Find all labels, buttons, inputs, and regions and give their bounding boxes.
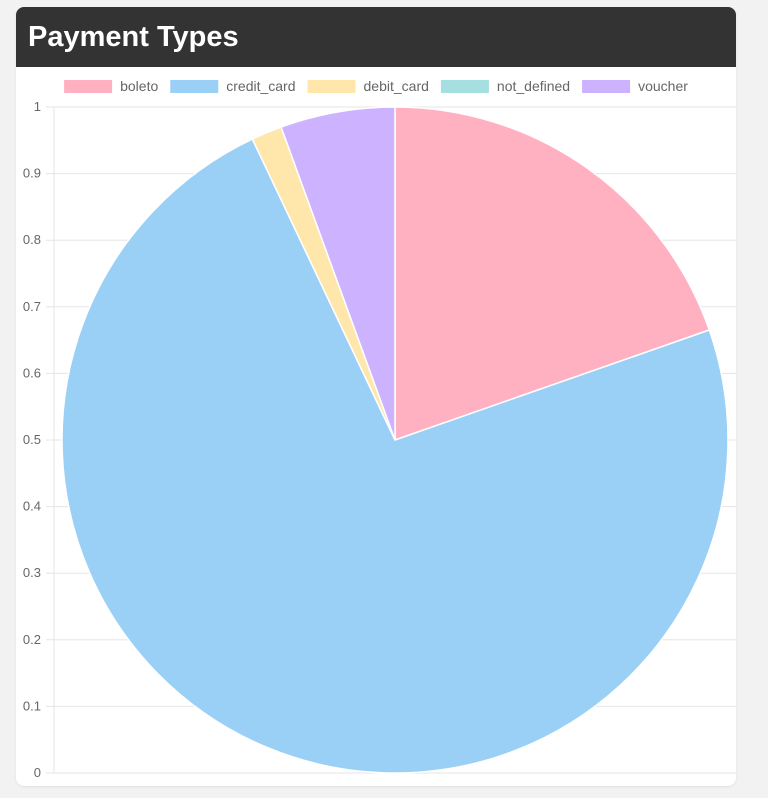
pie-layer [61,106,729,774]
legend-label: not_defined [497,78,570,94]
legend-label: debit_card [364,78,429,94]
y-tick-label: 0.2 [23,632,41,647]
y-tick-label: 0 [34,765,41,780]
y-tick-label: 0.5 [23,432,41,447]
legend-item-not-defined[interactable]: not_defined [440,78,570,94]
legend-swatch [64,80,113,93]
pie-chart: 0 0.1 0.2 0.3 0.4 0.5 0.6 0.7 0.8 0.9 1 boleto cred… [23,78,736,780]
legend-swatch [170,80,219,93]
legend-item-boleto[interactable]: boleto [64,78,158,94]
legend-item-debit-card[interactable]: debit_card [307,78,429,94]
legend-label: credit_card [226,78,295,94]
y-tick-label: 0.9 [23,166,41,181]
legend-swatch [582,80,631,93]
legend-item-voucher[interactable]: voucher [582,78,688,94]
y-tick-label: 0.3 [23,565,41,580]
legend-label: boleto [120,78,158,94]
y-tick-label: 1 [34,99,41,114]
legend-swatch [440,80,489,93]
y-tick-label: 0.1 [23,698,41,713]
legend: boleto credit_card debit_card not_defined vo… [64,78,688,94]
legend-label: voucher [638,78,688,94]
y-tick-label: 0.8 [23,232,41,247]
legend-item-credit-card[interactable]: credit_card [170,78,296,94]
y-tick-label: 0.7 [23,299,41,314]
y-tick-label: 0.4 [23,499,41,514]
y-tick-label: 0.6 [23,365,41,380]
legend-swatch [307,80,356,93]
